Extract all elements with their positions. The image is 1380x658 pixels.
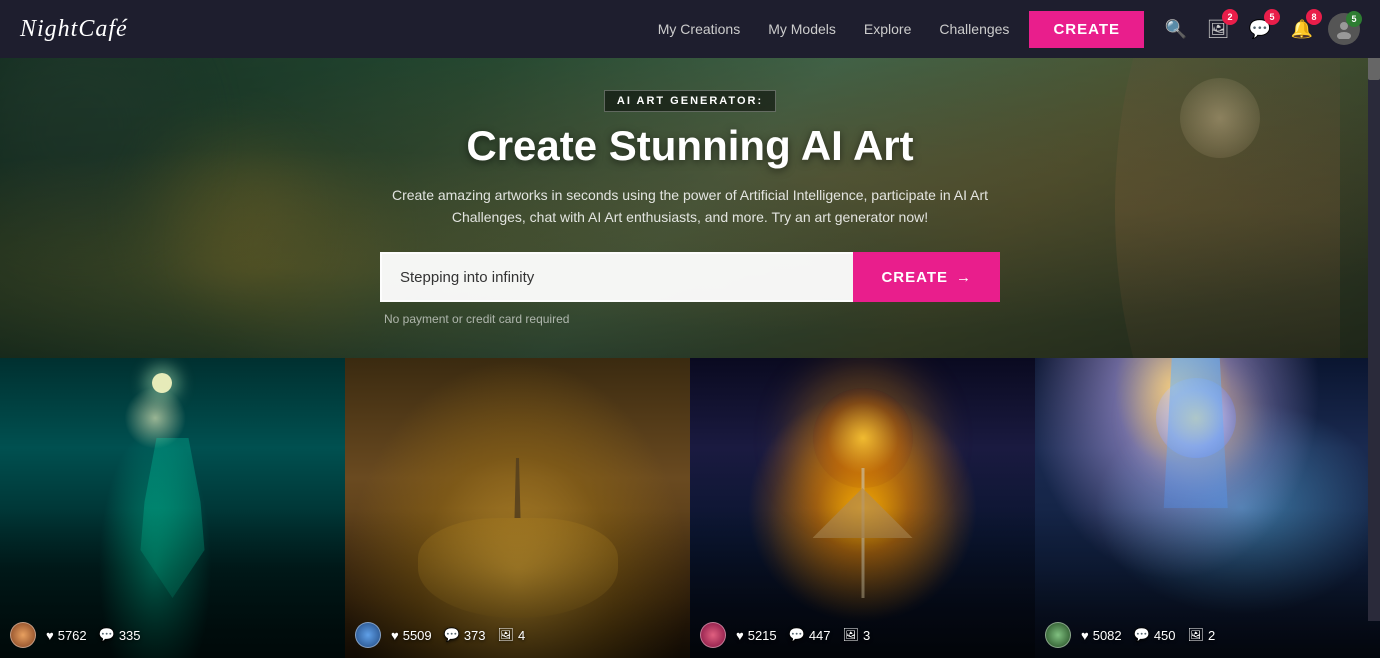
hero-section: AI ART GENERATOR: Create Stunning AI Art…: [0, 58, 1380, 358]
images-4: 🖼 2: [1188, 627, 1216, 643]
create-arrow-icon: →: [956, 269, 972, 286]
grid-overlay-2: [345, 358, 690, 658]
likes-1: ♥ 5762: [46, 628, 87, 643]
stat-group-4: ♥ 5082 💬 450 🖼 2: [1081, 627, 1215, 643]
grid-item-4[interactable]: ♥ 5082 💬 450 🖼 2: [1035, 358, 1380, 658]
grid-overlay-3: [690, 358, 1035, 658]
create-label: CREATE: [881, 269, 948, 286]
nav-explore[interactable]: Explore: [864, 21, 911, 37]
grid-item-3[interactable]: ♥ 5215 💬 447 🖼 3: [690, 358, 1035, 658]
creator-avatar-4: [1045, 622, 1071, 648]
hero-figure: [960, 58, 1380, 358]
heart-icon-2: ♥: [391, 628, 399, 643]
stat-group-1: ♥ 5762 💬 335: [46, 627, 141, 643]
hero-content: AI ART GENERATOR: Create Stunning AI Art…: [360, 90, 1020, 327]
grid-footer-1: ♥ 5762 💬 335: [10, 622, 141, 648]
grid-footer-4: ♥ 5082 💬 450 🖼 2: [1045, 622, 1215, 648]
stat-group-2: ♥ 5509 💬 373 🖼 4: [391, 627, 525, 643]
search-icon-button[interactable]: 🔍: [1160, 13, 1192, 45]
comments-2: 💬 373: [444, 627, 486, 643]
stat-group-3: ♥ 5215 💬 447 🖼 3: [736, 627, 870, 643]
nav-my-models[interactable]: My Models: [768, 21, 836, 37]
prompt-input[interactable]: [380, 252, 853, 302]
comments-1: 💬 335: [99, 627, 141, 643]
chat-badge: 5: [1264, 9, 1280, 25]
grid-footer-2: ♥ 5509 💬 373 🖼 4: [355, 622, 525, 648]
grid-overlay-1: [0, 358, 345, 658]
heart-icon-4: ♥: [1081, 628, 1089, 643]
grid-item-2[interactable]: ♥ 5509 💬 373 🖼 4: [345, 358, 690, 658]
nav-my-creations[interactable]: My Creations: [658, 21, 740, 37]
chat-icon-button[interactable]: 💬 5: [1244, 13, 1276, 45]
hero-search-row: CREATE →: [380, 252, 1000, 302]
search-icon: 🔍: [1165, 19, 1187, 40]
image-icon-2: 🖼: [498, 627, 515, 643]
nav-challenges[interactable]: Challenges: [939, 21, 1009, 37]
hero-subtitle: Create amazing artworks in seconds using…: [380, 184, 1000, 229]
image-grid: ♥ 5762 💬 335 ♥ 5509: [0, 358, 1380, 658]
create-button-nav[interactable]: CREATE: [1029, 11, 1144, 48]
app-logo[interactable]: NightCafé: [20, 16, 128, 43]
creator-avatar-1: [10, 622, 36, 648]
notification-icon-button[interactable]: 🔔 8: [1286, 13, 1318, 45]
likes-3: ♥ 5215: [736, 628, 777, 643]
hero-title: Create Stunning AI Art: [380, 122, 1000, 170]
images-3: 🖼 3: [843, 627, 871, 643]
navbar: NightCafé My Creations My Models Explore…: [0, 0, 1380, 58]
nav-links: My Creations My Models Explore Challenge…: [658, 21, 1010, 37]
avatar-badge: 5: [1346, 11, 1362, 27]
comment-icon-4: 💬: [1134, 627, 1150, 643]
heart-icon-3: ♥: [736, 628, 744, 643]
likes-4: ♥ 5082: [1081, 628, 1122, 643]
comments-3: 💬 447: [789, 627, 831, 643]
nav-icons: 🔍 🖼 2 💬 5 🔔 8 5: [1160, 13, 1360, 45]
creator-avatar-2: [355, 622, 381, 648]
images-2: 🖼 4: [498, 627, 526, 643]
notification-badge: 8: [1306, 9, 1322, 25]
heart-icon-1: ♥: [46, 628, 54, 643]
comments-4: 💬 450: [1134, 627, 1176, 643]
avatar-button[interactable]: 5: [1328, 13, 1360, 45]
grid-overlay-4: [1035, 358, 1380, 658]
image-icon-4: 🖼: [1188, 627, 1205, 643]
creator-avatar-3: [700, 622, 726, 648]
comment-icon-2: 💬: [444, 627, 460, 643]
likes-2: ♥ 5509: [391, 628, 432, 643]
comment-icon-3: 💬: [789, 627, 805, 643]
grid-item-1[interactable]: ♥ 5762 💬 335: [0, 358, 345, 658]
scrollbar[interactable]: [1368, 0, 1380, 621]
image-icon-3: 🖼: [843, 627, 860, 643]
hero-head-glow: [1180, 78, 1260, 158]
comment-icon-1: 💬: [99, 627, 115, 643]
gallery-badge: 2: [1222, 9, 1238, 25]
hero-note: No payment or credit card required: [380, 312, 1000, 326]
grid-footer-3: ♥ 5215 💬 447 🖼 3: [700, 622, 870, 648]
hero-tag: AI ART GENERATOR:: [604, 90, 776, 112]
gallery-icon-button[interactable]: 🖼 2: [1202, 13, 1234, 45]
create-button-hero[interactable]: CREATE →: [853, 252, 1000, 302]
